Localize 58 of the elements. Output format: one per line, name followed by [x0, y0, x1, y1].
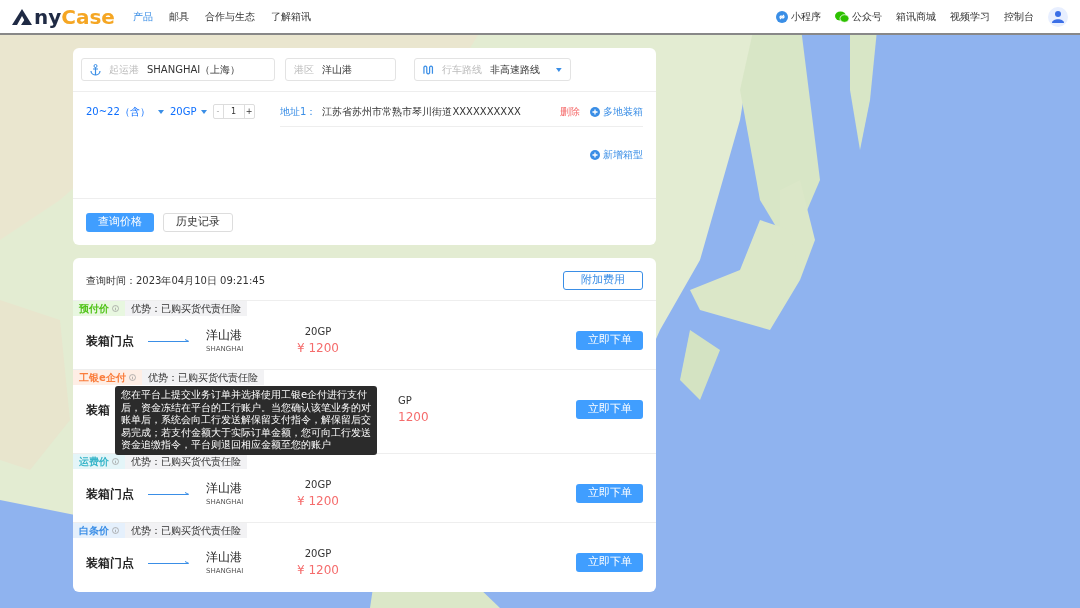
arrow-icon — [148, 560, 190, 565]
arrow-icon — [148, 338, 190, 343]
nav-menu-item[interactable]: 合作与生态 — [204, 9, 255, 24]
address-label: 地址1： — [280, 105, 317, 119]
plus-icon — [590, 106, 600, 117]
info-icon — [112, 527, 119, 534]
price-text: ¥ 1200 — [296, 340, 340, 357]
info-icon — [112, 458, 119, 465]
route-icon — [423, 64, 435, 75]
advantage-text: 优势：已购买货代责任险 — [125, 523, 247, 538]
extra-fee-button[interactable]: 附加费用 — [563, 271, 643, 290]
address-text: 江苏省苏州市常熟市琴川街道XXXXXXXXXX — [322, 105, 521, 119]
container-dropdown[interactable]: 20GP — [170, 104, 207, 119]
advantage-text: 优势：已购买货代责任险 — [125, 301, 247, 316]
info-icon — [112, 305, 119, 312]
multi-pickup-link[interactable]: 多地装箱 — [590, 104, 643, 119]
logo-icon — [12, 8, 34, 25]
container-type: 20GP — [303, 325, 333, 339]
price-text: ¥ 1200 — [296, 562, 340, 579]
port-name: 洋山港 — [206, 549, 243, 567]
port-name: 洋山港 — [206, 327, 243, 345]
price-text: 1200 — [398, 409, 430, 426]
caret-icon — [200, 109, 207, 114]
history-button[interactable]: 历史记录 — [163, 213, 233, 232]
tooltip: 您在平台上提交业务订单并选择使用工银e企付进行支付后，资金冻结在平台的工行账户。当您确认该笔业务的对账单后，系统会向工行发送解保留支付指令，解保留后交易完成；若支付金额大于实际订单金额，您可向工行发送资金追缴指令，平台则退回相应金额至您的账户 — [115, 386, 377, 455]
nav-link[interactable]: 箱讯商城 — [896, 9, 936, 24]
caret-icon — [157, 109, 164, 114]
plus-icon — [590, 149, 600, 160]
nav-link[interactable]: 控制台 — [1004, 9, 1034, 24]
nav-menu-item[interactable]: 了解箱讯 — [270, 9, 311, 24]
logo-text: nyCase — [34, 6, 115, 27]
info-icon — [128, 374, 136, 381]
caret-icon — [556, 67, 562, 72]
nav-link[interactable]: 视频学习 — [950, 9, 990, 24]
nav-menu-item[interactable]: 产品 — [132, 9, 153, 24]
nav-link[interactable]: 小程序 — [776, 9, 821, 24]
origin-text: 装箱门点 — [86, 554, 135, 572]
avatar-icon[interactable] — [1048, 6, 1068, 27]
nav-link[interactable]: 公众号 — [835, 9, 882, 24]
input-field[interactable]: 行车路线 非高速路线 — [414, 58, 571, 81]
origin-text: 装箱 — [86, 401, 110, 419]
port-name: 洋山港 — [206, 480, 243, 498]
origin-text: 装箱门点 — [86, 332, 135, 350]
container-type: 20GP — [303, 478, 333, 492]
origin-text: 装箱门点 — [86, 485, 135, 503]
container-type: 20GP — [303, 547, 333, 561]
query-time: 查询时间：2023年04月10日 09:21:45 — [86, 274, 265, 288]
arrow-icon — [148, 491, 190, 496]
wechat-icon — [835, 10, 849, 23]
container-type: GP — [398, 394, 413, 408]
advantage-text: 优势：已购买货代责任险 — [141, 370, 264, 385]
weight-dropdown[interactable]: 20~22（含） — [86, 104, 164, 119]
nav-menu-item[interactable]: 邮具 — [168, 9, 189, 24]
price-text: ¥ 1200 — [296, 493, 340, 510]
input-field[interactable]: 港区 洋山港 — [285, 58, 396, 81]
anchor-icon — [90, 63, 101, 76]
add-container-link[interactable]: 新增箱型 — [590, 147, 643, 162]
link-icon — [776, 10, 788, 23]
